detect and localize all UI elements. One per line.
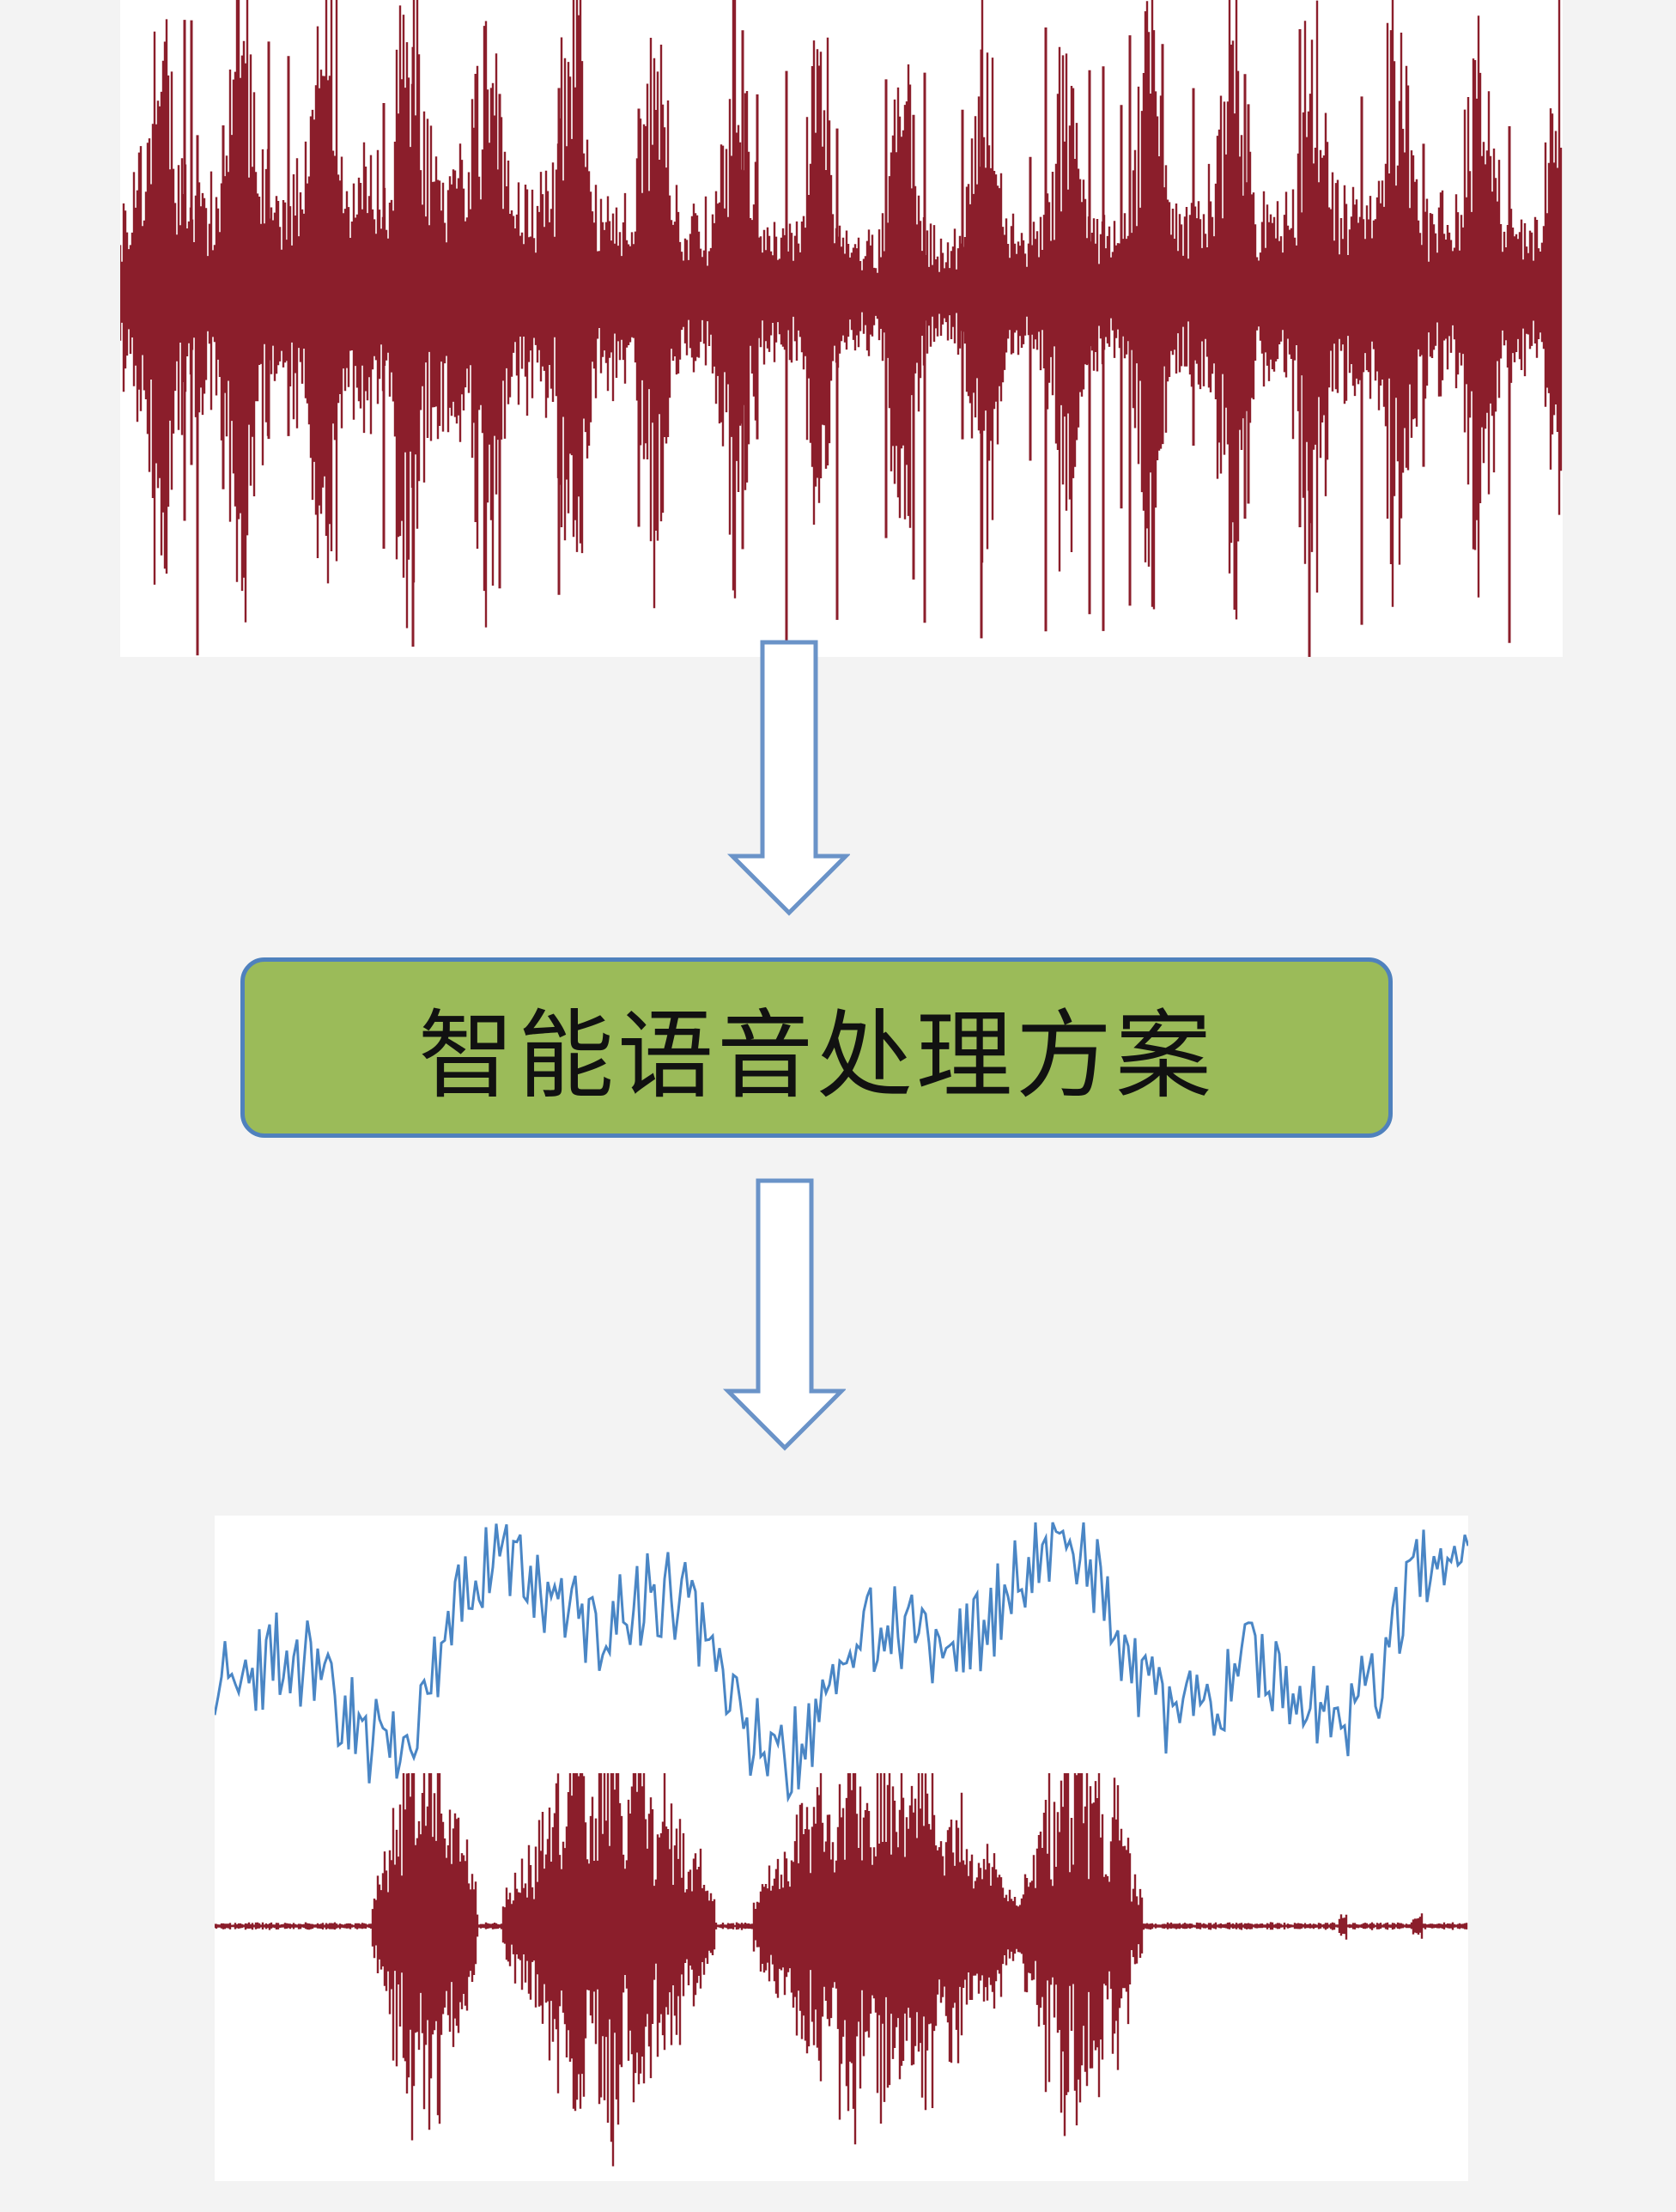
enhanced-waveform-trace — [215, 1773, 1468, 2166]
envelope-trace — [215, 1522, 1468, 1803]
process-label: 智能语音处理方案 — [418, 1000, 1215, 1112]
noisy-waveform-panel — [120, 0, 1563, 657]
enhanced-output-panel — [215, 1516, 1468, 2181]
enhanced-waveform — [215, 1773, 1468, 2166]
down-arrow-icon-2 — [722, 1178, 846, 1451]
diagram-canvas: 智能语音处理方案 — [0, 0, 1676, 2212]
down-arrow-icon — [726, 640, 850, 916]
noisy-waveform-trace — [120, 0, 1563, 629]
noisy-waveform — [120, 0, 1563, 657]
process-box: 智能语音处理方案 — [240, 957, 1393, 1138]
